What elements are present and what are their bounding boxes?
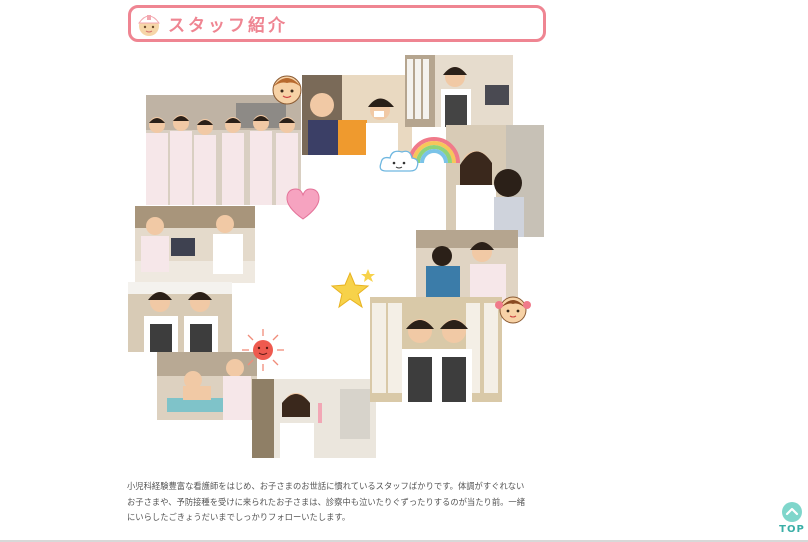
nurse-with-child-photo <box>302 75 412 155</box>
staff-photo-collage <box>126 55 546 465</box>
boy-face-icon <box>272 75 302 105</box>
cloud-icon <box>379 150 419 172</box>
sun-icon <box>242 329 284 371</box>
staff-group-photo <box>146 95 301 205</box>
nurse-syringe-photo <box>252 379 376 458</box>
back-to-top-label: TOP <box>779 524 805 535</box>
nurses-at-counter-photo <box>135 206 255 283</box>
staff-description: 小児科経験豊富な看護師をはじめ、お子さまのお世話に慣れているスタッフばかりです。… <box>127 481 526 523</box>
girl-face-icon <box>495 296 531 324</box>
two-nurses-pharmacy-photo <box>370 297 502 402</box>
nurse-icon <box>138 15 160 36</box>
arrow-up-icon <box>782 502 802 522</box>
section-title-bar: スタッフ紹介 <box>128 5 546 42</box>
page-title: スタッフ紹介 <box>168 16 288 36</box>
reception-nurse-photo <box>405 55 513 127</box>
star-icon <box>330 269 375 309</box>
two-nurses-photo <box>128 282 232 352</box>
heart-icon <box>286 188 320 220</box>
back-to-top-button[interactable]: TOP <box>778 500 806 540</box>
